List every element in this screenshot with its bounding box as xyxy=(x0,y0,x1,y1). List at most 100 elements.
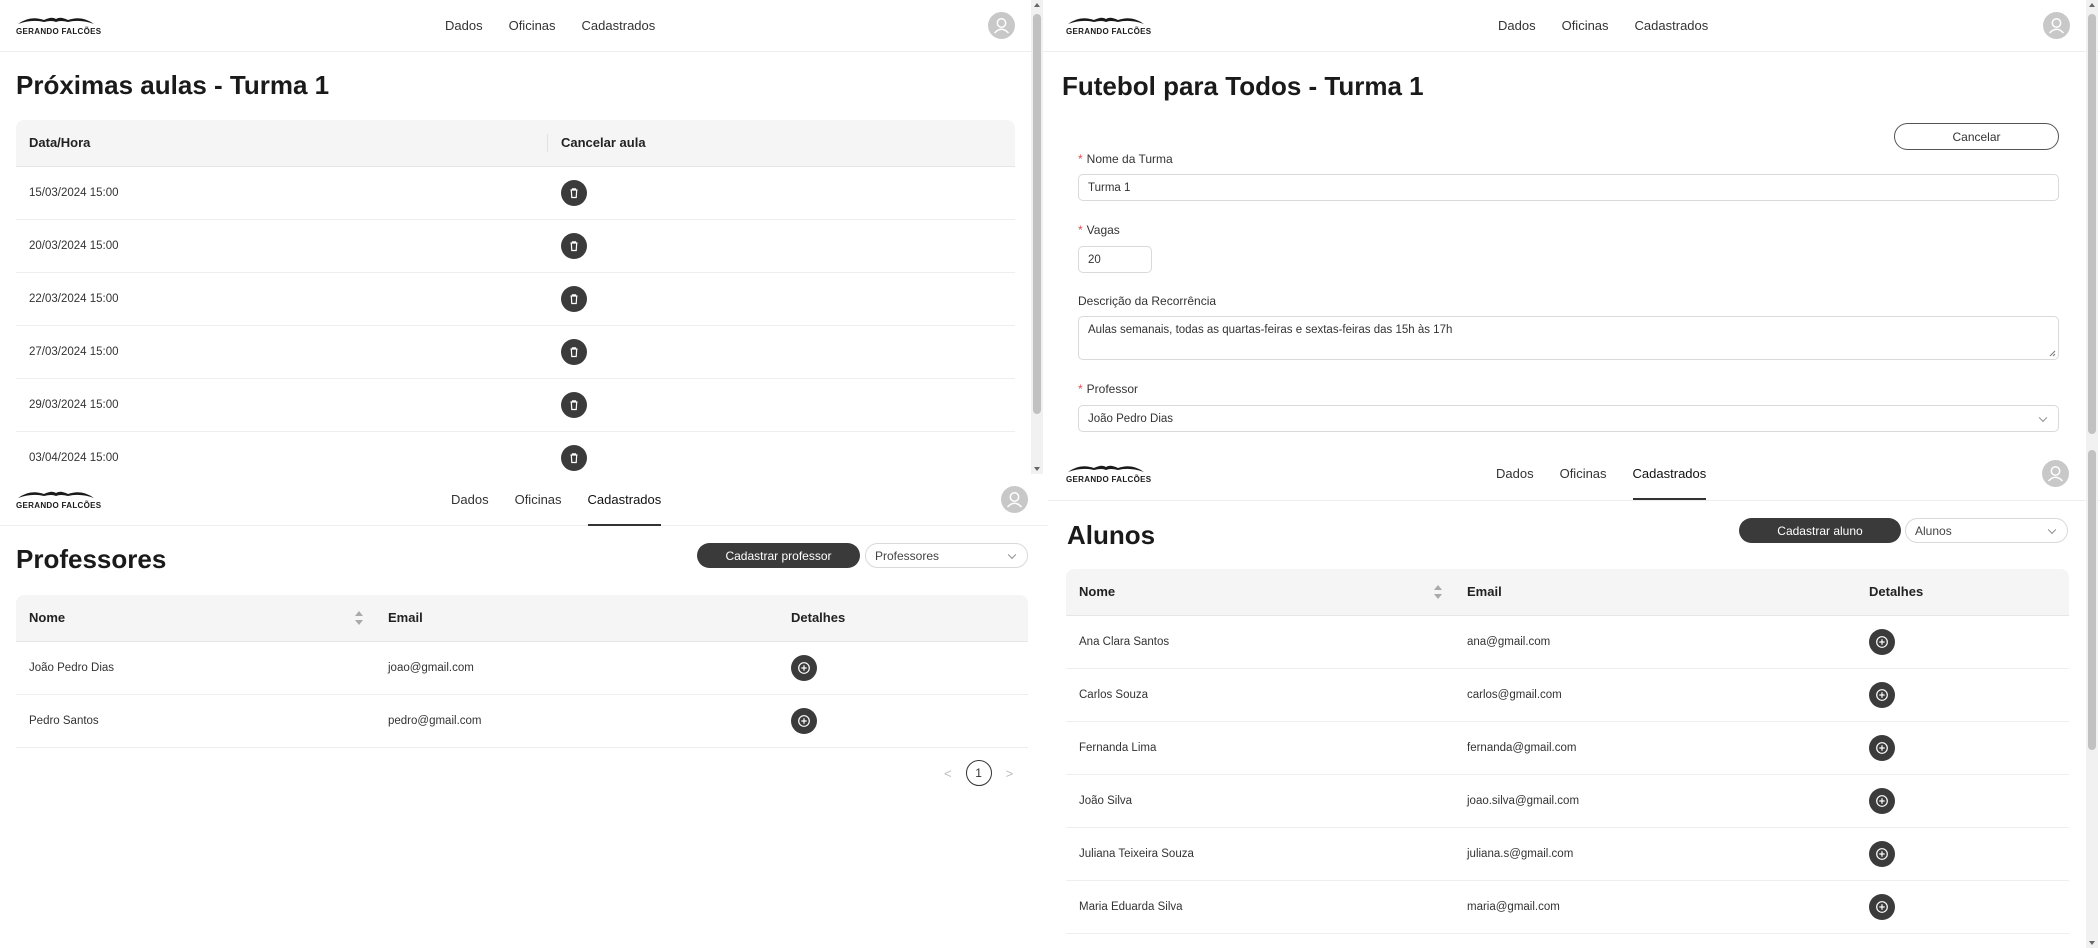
scroll-thumb[interactable] xyxy=(1033,14,1041,414)
cancel-aula-button[interactable] xyxy=(561,391,587,418)
nav-oficinas[interactable]: Oficinas xyxy=(515,474,562,526)
nav-cadastrados[interactable]: Cadastrados xyxy=(1632,448,1707,500)
table-row: Pedro Santos pedro@gmail.com xyxy=(16,694,1028,748)
brand-logo[interactable]: GERANDO FALCÕES xyxy=(16,14,106,40)
user-avatar[interactable] xyxy=(2043,12,2070,39)
plus-circle-icon xyxy=(1876,688,1888,701)
user-avatar[interactable] xyxy=(1001,486,1028,513)
add-professor-button[interactable]: Cadastrar professor xyxy=(697,543,860,568)
cadastro-type-select[interactable]: Alunos xyxy=(1905,518,2068,543)
aluno-email: ana@gmail.com xyxy=(1454,615,1856,669)
details-button[interactable] xyxy=(791,707,817,734)
table-row: 03/04/2024 15:00 xyxy=(16,431,1015,474)
nav-oficinas[interactable]: Oficinas xyxy=(1562,0,1609,52)
details-button[interactable] xyxy=(1869,787,1895,814)
professores-panel: GERANDO FALCÕES Dados Oficinas Cadastrad… xyxy=(0,474,1048,948)
col-header-email: Email xyxy=(1454,569,1856,616)
vertical-scrollbar[interactable] xyxy=(2086,0,2098,448)
alunos-panel: GERANDO FALCÕES Dados Oficinas Cadastrad… xyxy=(1048,448,2100,948)
professor-nome: João Pedro Dias xyxy=(16,641,375,695)
descricao-label: Descrição da Recorrência xyxy=(1078,294,1217,308)
scroll-thumb[interactable] xyxy=(2088,450,2096,750)
nav-cadastrados[interactable]: Cadastrados xyxy=(1635,0,1709,52)
cancel-aula-button[interactable] xyxy=(561,179,587,206)
chevron-down-icon xyxy=(2047,525,2057,534)
details-button[interactable] xyxy=(1869,681,1895,708)
nav-oficinas[interactable]: Oficinas xyxy=(509,0,556,52)
col-header-nome[interactable]: Nome xyxy=(1066,569,1454,616)
cancel-button[interactable]: Cancelar xyxy=(1894,123,2059,150)
vertical-scrollbar[interactable] xyxy=(2086,448,2098,948)
cancel-aula-button[interactable] xyxy=(561,338,587,365)
table-row: Maria Eduarda Silva maria@gmail.com xyxy=(1066,880,2069,934)
trash-icon xyxy=(570,399,578,410)
brand-logo[interactable]: GERANDO FALCÕES xyxy=(1066,14,1156,40)
bird-wings-icon xyxy=(18,491,94,498)
table-row: 15/03/2024 15:00 xyxy=(16,166,1015,220)
brand-logo-text: GERANDO FALCÕES xyxy=(1066,27,1152,36)
scroll-up-icon[interactable] xyxy=(1034,3,1040,7)
table-header-row: Nome Email Detalhes xyxy=(1066,569,2069,616)
table-row: Fernanda Lima fernanda@gmail.com xyxy=(1066,721,2069,775)
table-row: 27/03/2024 15:00 xyxy=(16,325,1015,379)
nav-cadastrados[interactable]: Cadastrados xyxy=(587,474,662,526)
details-button[interactable] xyxy=(791,654,817,681)
brand-logo-text: GERANDO FALCÕES xyxy=(16,501,102,510)
user-avatar[interactable] xyxy=(2042,460,2069,487)
vagas-input[interactable]: 20 xyxy=(1078,246,1152,273)
nav-oficinas[interactable]: Oficinas xyxy=(1560,448,1607,500)
aluno-nome: Carlos Souza xyxy=(1066,668,1454,722)
table-row: 22/03/2024 15:00 xyxy=(16,272,1015,326)
nav-dados[interactable]: Dados xyxy=(1496,448,1534,500)
nav-dados[interactable]: Dados xyxy=(445,0,483,52)
scroll-down-icon[interactable] xyxy=(1034,467,1040,471)
scroll-up-icon[interactable] xyxy=(2089,3,2095,7)
professor-label: * Professor xyxy=(1078,382,1139,396)
professor-select[interactable]: João Pedro Dias xyxy=(1078,405,2059,432)
scroll-down-icon[interactable] xyxy=(2089,941,2095,945)
plus-circle-icon xyxy=(1876,900,1888,913)
cadastro-type-select[interactable]: Professores xyxy=(865,543,1028,568)
cancel-aula-button[interactable] xyxy=(561,232,587,259)
bird-wings-icon xyxy=(18,17,94,24)
aulas-table: Data/Hora Cancelar aula 15/03/2024 15:00… xyxy=(16,120,1015,474)
cancel-aula-button[interactable] xyxy=(561,285,587,312)
col-header-nome[interactable]: Nome xyxy=(16,595,375,642)
page-number-button[interactable]: 1 xyxy=(965,760,992,786)
plus-circle-icon xyxy=(798,661,810,674)
page-title: Professores xyxy=(16,544,167,574)
trash-icon xyxy=(570,452,578,463)
professor-email: pedro@gmail.com xyxy=(375,694,778,748)
cancel-aula-button[interactable] xyxy=(561,444,587,471)
details-button[interactable] xyxy=(1869,893,1895,920)
brand-logo[interactable]: GERANDO FALCÕES xyxy=(1066,462,1156,488)
page-title: Próximas aulas - Turma 1 xyxy=(16,70,330,100)
brand-logo[interactable]: GERANDO FALCÕES xyxy=(16,488,106,514)
nav-dados[interactable]: Dados xyxy=(1498,0,1536,52)
nav-dados[interactable]: Dados xyxy=(451,474,489,526)
professores-table: Nome Email Detalhes João Pedro Dias joao… xyxy=(16,595,1028,748)
next-page-button[interactable]: > xyxy=(1006,766,1014,781)
sort-icon[interactable] xyxy=(355,611,363,625)
bird-wings-icon xyxy=(1068,465,1144,472)
details-button[interactable] xyxy=(1869,628,1895,655)
descricao-textarea[interactable]: Aulas semanais, todas as quartas-feiras … xyxy=(1078,316,2059,360)
sort-icon[interactable] xyxy=(1434,585,1442,599)
scroll-thumb[interactable] xyxy=(2088,14,2096,434)
table-row: 20/03/2024 15:00 xyxy=(16,219,1015,273)
aula-datetime: 15/03/2024 15:00 xyxy=(16,166,548,220)
vertical-scrollbar[interactable] xyxy=(1031,0,1043,474)
col-header-datetime: Data/Hora xyxy=(16,120,548,167)
aluno-email: fernanda@gmail.com xyxy=(1454,721,1856,775)
trash-icon xyxy=(570,346,578,357)
turma-form-panel: GERANDO FALCÕES Dados Oficinas Cadastrad… xyxy=(1048,0,2100,448)
nav-cadastrados[interactable]: Cadastrados xyxy=(582,0,656,52)
resize-grip-icon[interactable] xyxy=(2049,350,2056,357)
details-button[interactable] xyxy=(1869,840,1895,867)
prev-page-button[interactable]: < xyxy=(944,766,952,781)
aluno-email: juliana.s@gmail.com xyxy=(1454,827,1856,881)
nome-turma-input[interactable]: Turma 1 xyxy=(1078,174,2059,201)
user-avatar[interactable] xyxy=(988,12,1015,39)
details-button[interactable] xyxy=(1869,734,1895,761)
add-aluno-button[interactable]: Cadastrar aluno xyxy=(1739,518,1901,543)
